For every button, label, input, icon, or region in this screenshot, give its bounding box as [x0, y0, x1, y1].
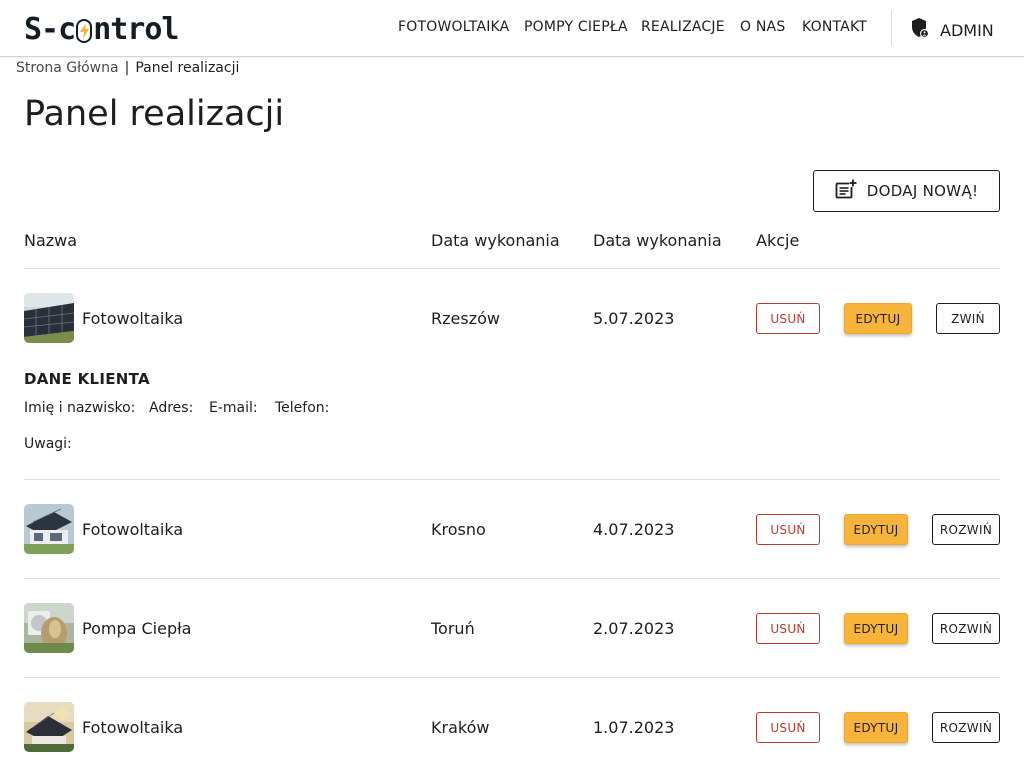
page-title: Panel realizacji — [24, 94, 285, 134]
admin-label: ADMIN — [940, 20, 994, 40]
lightning-bolt-icon — [76, 19, 93, 43]
breadcrumb-home[interactable]: Strona Główna — [16, 60, 119, 76]
row-date: 4.07.2023 — [593, 520, 675, 539]
row-name: Fotowoltaika — [82, 520, 184, 539]
client-email-label: E-mail: — [209, 400, 258, 416]
nav-divider — [891, 10, 892, 46]
client-notes-label: Uwagi: — [24, 436, 72, 452]
column-header-actions: Akcje — [756, 231, 800, 250]
row-thumbnail-solar-field — [24, 293, 74, 343]
row-name: Pompa Ciepła — [82, 619, 192, 638]
table-divider — [24, 268, 1000, 269]
client-name-label: Imię i nazwisko: — [24, 400, 136, 416]
column-header-name: Nazwa — [24, 231, 78, 250]
breadcrumb-separator: | — [124, 60, 130, 76]
delete-button[interactable]: USUŃ — [756, 712, 820, 743]
admin-menu[interactable]: ADMIN — [910, 17, 994, 43]
logo-text-right: ntrol — [93, 11, 179, 47]
add-new-label: DODAJ NOWĄ! — [866, 182, 979, 200]
client-details-title: DANE KLIENTA — [24, 370, 150, 388]
add-new-button[interactable]: DODAJ NOWĄ! — [813, 170, 1000, 212]
breadcrumb-current: Panel realizacji — [135, 60, 240, 76]
delete-button[interactable]: USUŃ — [756, 613, 820, 644]
row-location: Toruń — [431, 619, 475, 638]
row-location: Krosno — [431, 520, 486, 539]
row-location: Kraków — [431, 718, 490, 737]
expand-button[interactable]: ROZWIŃ — [932, 613, 1000, 644]
add-document-icon — [835, 179, 857, 203]
column-header-date-2: Data wykonania — [593, 231, 722, 250]
column-header-date-1: Data wykonania — [431, 231, 560, 250]
edit-button[interactable]: EDYTUJ — [844, 613, 908, 644]
row-thumbnail-house-sunset — [24, 702, 74, 752]
row-date: 2.07.2023 — [593, 619, 675, 638]
nav-o-nas[interactable]: O NAS — [740, 19, 785, 35]
row-thumbnail-house-roof — [24, 504, 74, 554]
edit-button[interactable]: EDYTUJ — [844, 514, 908, 545]
client-address-label: Adres: — [149, 400, 194, 416]
row-location: Rzeszów — [431, 309, 500, 328]
row-name: Fotowoltaika — [82, 309, 184, 328]
brand-logo[interactable]: S-c ntrol — [24, 11, 180, 47]
edit-button[interactable]: EDYTUJ — [844, 712, 908, 743]
row-thumbnail-heat-pump — [24, 603, 74, 653]
edit-button[interactable]: EDYTUJ — [844, 303, 912, 334]
breadcrumb: Strona Główna | Panel realizacji — [16, 60, 239, 76]
row-date: 1.07.2023 — [593, 718, 675, 737]
expand-button[interactable]: ROZWIŃ — [932, 712, 1000, 743]
admin-shield-icon — [910, 17, 930, 43]
nav-pompy-ciepla[interactable]: POMPY CIEPŁA — [524, 19, 628, 35]
collapse-button[interactable]: ZWIŃ — [936, 303, 1000, 334]
nav-realizacje[interactable]: REALIZACJE — [641, 19, 725, 35]
delete-button[interactable]: USUŃ — [756, 303, 820, 334]
expand-button[interactable]: ROZWIŃ — [932, 514, 1000, 545]
table-divider — [24, 578, 1000, 579]
delete-button[interactable]: USUŃ — [756, 514, 820, 545]
row-name: Fotowoltaika — [82, 718, 184, 737]
logo-text-left: S-c — [24, 11, 76, 47]
top-navbar: S-c ntrol FOTOWOLTAIKA POMPY CIEPŁA REALI… — [0, 0, 1024, 57]
table-divider — [24, 677, 1000, 678]
nav-kontakt[interactable]: KONTAKT — [802, 19, 867, 35]
nav-fotowoltaika[interactable]: FOTOWOLTAIKA — [398, 19, 509, 35]
row-date: 5.07.2023 — [593, 309, 675, 328]
client-phone-label: Telefon: — [275, 400, 330, 416]
table-divider — [24, 479, 1000, 480]
